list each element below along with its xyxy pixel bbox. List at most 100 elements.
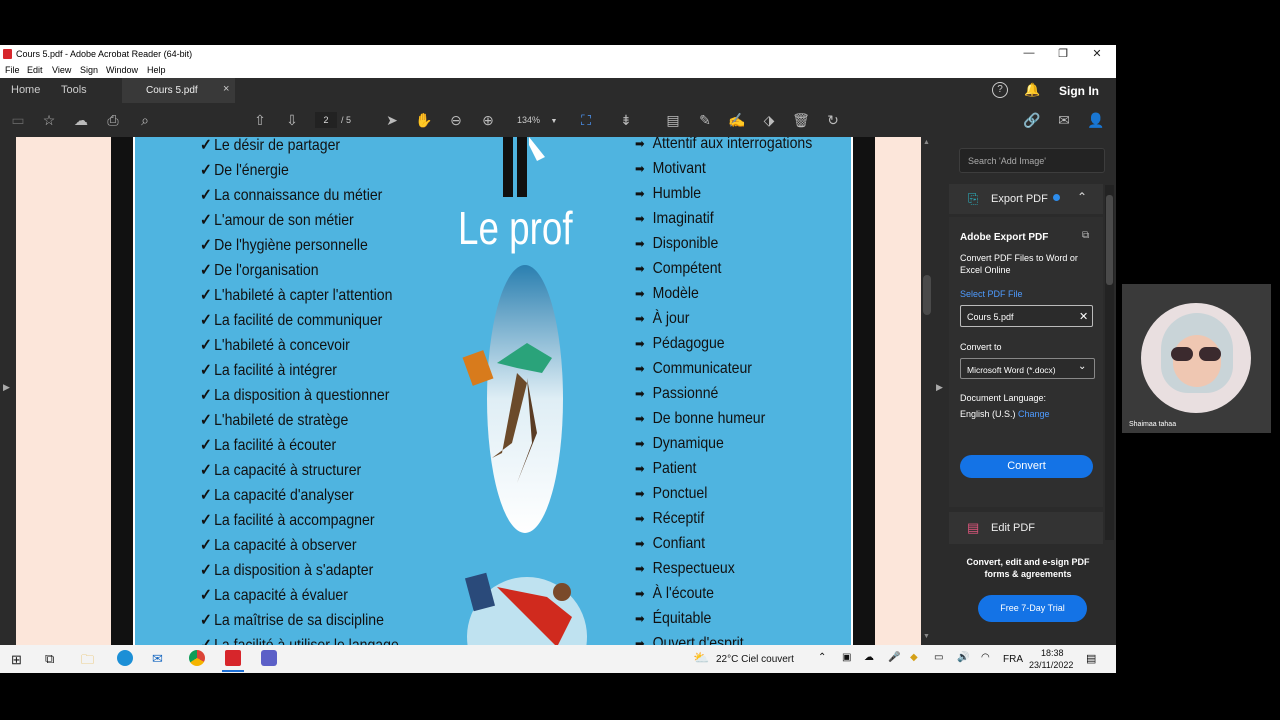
battery-icon[interactable]: ▭ <box>934 652 943 663</box>
next-page-icon[interactable]: ⇩ <box>283 111 301 129</box>
notification-bell-icon[interactable]: 🔔 <box>1024 82 1040 98</box>
teams-icon[interactable] <box>261 650 277 666</box>
chevron-up-icon[interactable]: ⌃ <box>818 652 826 663</box>
person-legs-illustration <box>503 137 545 197</box>
page-number-input[interactable]: 2 <box>315 112 337 128</box>
convert-format-select[interactable]: Microsoft Word (*.docx) ⌄ <box>960 358 1095 379</box>
system-tray-app-icon[interactable]: ◆ <box>910 652 918 663</box>
checkmark-icon: ✓ <box>200 262 212 279</box>
rotate-icon[interactable]: ↻ <box>824 111 842 129</box>
chrome-browser-icon[interactable] <box>189 650 205 666</box>
meet-now-icon[interactable]: ▣ <box>842 652 851 663</box>
panel-scrollbar[interactable] <box>1105 185 1114 540</box>
bookmark-star-icon[interactable]: ☆ <box>40 111 58 129</box>
microphone-icon[interactable]: 🎤 <box>888 652 900 663</box>
convert-format-value: Microsoft Word (*.docx) <box>967 365 1056 375</box>
convert-button[interactable]: Convert <box>960 455 1093 478</box>
menu-help[interactable]: Help <box>147 65 166 75</box>
export-pdf-header[interactable]: ⎘ Export PDF ⌃ <box>949 184 1103 214</box>
scroll-down-icon[interactable]: ▼ <box>923 633 930 640</box>
tab-close-icon[interactable]: × <box>223 83 229 95</box>
highlight-pen-icon[interactable]: ✎ <box>696 111 714 129</box>
edge-browser-icon[interactable] <box>117 650 133 666</box>
arrow-bullet-icon: ➡ <box>635 161 645 176</box>
hand-tool-icon[interactable]: ✋ <box>415 111 433 129</box>
fill-sign-icon[interactable]: ⬗ <box>760 111 778 129</box>
email-icon[interactable]: ✉ <box>1055 111 1073 129</box>
scroll-mode-icon[interactable]: ⇟ <box>617 111 635 129</box>
help-icon[interactable]: ? <box>992 82 1008 98</box>
left-quality-item: ✓ De l'organisation <box>200 260 319 280</box>
selected-file-field[interactable]: Cours 5.pdf ✕ <box>960 305 1093 327</box>
clock-time[interactable]: 18:38 <box>1041 648 1064 658</box>
left-quality-item: ✓La facilité à utiliser le langage <box>200 635 399 645</box>
print-icon[interactable]: ⎙ <box>104 111 122 129</box>
left-quality-text: L'habileté à capter l'attention <box>214 287 393 304</box>
previous-page-icon[interactable]: ⇧ <box>251 111 269 129</box>
volume-icon[interactable]: 🔊 <box>957 652 969 663</box>
file-explorer-icon[interactable]: 🗀 <box>81 651 94 673</box>
right-quality-item: ➡ Ouvert d'esprit <box>635 635 744 645</box>
tools-search-input[interactable]: Search 'Add Image' <box>959 148 1105 173</box>
zoom-in-icon[interactable]: ⊕ <box>479 111 497 129</box>
document-viewer[interactable]: ▶ Le prof ✓ Le désir de partager ✓ De l'… <box>0 137 949 645</box>
windows-start-icon[interactable]: ⊞ <box>11 652 22 668</box>
free-trial-button[interactable]: Free 7-Day Trial <box>978 595 1087 622</box>
export-info-icon[interactable]: ⧉ <box>1082 230 1089 241</box>
comment-icon[interactable]: ▤ <box>664 111 682 129</box>
mail-icon[interactable]: ✉ <box>152 651 163 667</box>
right-quality-text: À jour <box>652 310 690 327</box>
menu-sign[interactable]: Sign <box>80 65 98 75</box>
right-quality-item: ➡ À jour <box>635 310 689 328</box>
clock-date[interactable]: 23/11/2022 <box>1029 660 1073 670</box>
arrow-bullet-icon: ➡ <box>635 486 645 501</box>
select-cursor-icon[interactable]: ➤ <box>383 111 401 129</box>
doc-language-value: English (U.S.) <box>960 409 1016 419</box>
right-panel-toggle-icon[interactable]: ▶ <box>936 382 943 393</box>
tab-home[interactable]: Home <box>11 84 40 96</box>
page-total: / 5 <box>341 115 352 125</box>
menu-file[interactable]: File <box>5 65 20 75</box>
maximize-button[interactable]: ❐ <box>1048 47 1078 61</box>
menu-window[interactable]: Window <box>106 65 138 75</box>
notifications-icon[interactable]: ▤ <box>1086 652 1096 665</box>
add-user-icon[interactable]: 👤 <box>1087 111 1105 129</box>
scroll-thumb[interactable] <box>923 275 931 315</box>
arrow-bullet-icon: ➡ <box>635 261 645 276</box>
adobe-export-desc: Convert PDF Files to Word or Excel Onlin… <box>960 253 1078 275</box>
save-icon[interactable]: ▭ <box>9 111 27 129</box>
tab-tools[interactable]: Tools <box>61 84 87 96</box>
fit-page-icon[interactable]: ⛶ <box>577 111 595 129</box>
edit-pdf-tool[interactable]: ▤ Edit PDF <box>949 512 1103 544</box>
collapse-chevron-icon[interactable]: ⌃ <box>1077 190 1087 204</box>
zoom-out-icon[interactable]: ⊖ <box>447 111 465 129</box>
minimize-button[interactable]: — <box>1014 47 1044 61</box>
onedrive-icon[interactable]: ☁ <box>864 652 874 663</box>
left-panel-toggle-icon[interactable]: ▶ <box>3 382 10 393</box>
acrobat-taskbar-icon[interactable] <box>225 650 241 666</box>
arrow-bullet-icon: ➡ <box>635 511 645 526</box>
zoom-dropdown[interactable]: 134% ▼ <box>508 112 560 128</box>
weather-text[interactable]: 22°C Ciel couvert <box>716 654 794 665</box>
document-scrollbar[interactable]: ▲ ▼ <box>921 137 933 645</box>
language-indicator[interactable]: FRA <box>1003 654 1023 665</box>
delete-icon[interactable]: 🗑 <box>792 111 810 129</box>
draw-sign-icon[interactable]: ✍ <box>728 111 746 129</box>
sign-in-link[interactable]: Sign In <box>1059 84 1099 98</box>
upload-cloud-icon[interactable]: ☁ <box>72 111 90 129</box>
tab-document[interactable]: Cours 5.pdf × <box>122 78 235 103</box>
scroll-up-icon[interactable]: ▲ <box>923 139 930 146</box>
menu-edit[interactable]: Edit <box>27 65 43 75</box>
menu-view[interactable]: View <box>52 65 71 75</box>
share-link-icon[interactable]: 🔗 <box>1023 111 1041 129</box>
tab-document-label: Cours 5.pdf <box>146 85 198 96</box>
close-window-button[interactable]: ✕ <box>1082 47 1112 61</box>
left-quality-text: La facilité à intégrer <box>214 362 337 379</box>
change-language-link[interactable]: Change <box>1018 409 1050 419</box>
search-zoom-icon[interactable]: ⌕ <box>136 111 154 129</box>
wifi-icon[interactable]: ◠ <box>981 652 990 663</box>
panel-scroll-thumb[interactable] <box>1106 195 1113 285</box>
clear-file-icon[interactable]: ✕ <box>1079 310 1088 323</box>
right-quality-item: ➡ De bonne humeur <box>635 410 765 428</box>
task-view-icon[interactable]: ⧉ <box>45 651 54 667</box>
